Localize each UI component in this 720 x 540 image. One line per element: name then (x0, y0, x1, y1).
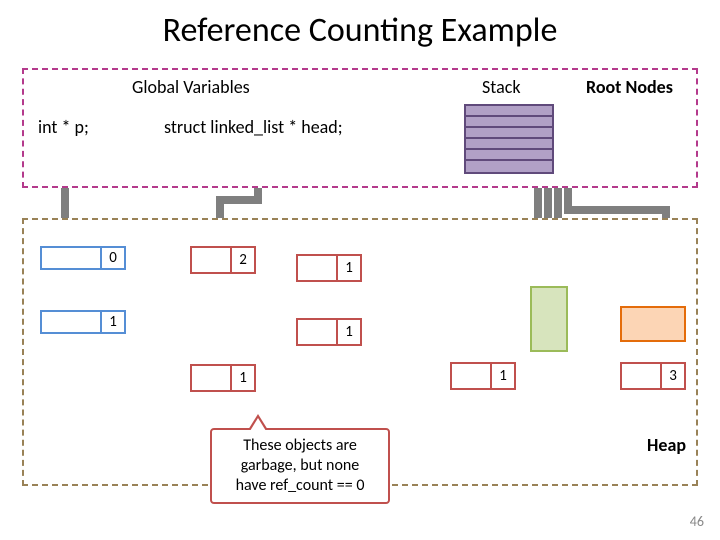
heap-node-red-3: 3 (620, 362, 686, 390)
refcount: 1 (230, 366, 254, 390)
global-variables-label: Global Variables (132, 76, 250, 98)
stack-label: Stack (482, 76, 521, 98)
refcount: 1 (100, 312, 124, 332)
stack-frame (466, 106, 552, 117)
stack-frame (466, 128, 552, 139)
stack-frame (466, 161, 552, 172)
var-struct-head: struct linked_list * head; (164, 116, 343, 138)
stack-frame (466, 117, 552, 128)
heap-node-red-1c: 1 (190, 364, 256, 392)
heap-object-green (530, 286, 568, 352)
page-number: 46 (690, 513, 704, 530)
callout-line: have ref_count == 0 (236, 476, 365, 495)
heap-node-red-2: 2 (190, 246, 256, 274)
stack-frame (466, 150, 552, 161)
var-int-p: int * p; (38, 116, 89, 138)
callout-garbage: These objects are garbage, but none have… (210, 428, 390, 504)
root-nodes-label: Root Nodes (586, 76, 673, 98)
callout-line: These objects are (243, 436, 357, 455)
refcount: 2 (230, 248, 254, 272)
refcount: 1 (336, 256, 360, 280)
callout-line: garbage, but none (241, 456, 360, 475)
heap-node-red-1b: 1 (296, 318, 362, 346)
heap-node-red-1a: 1 (296, 254, 362, 282)
heap-object-orange (620, 306, 686, 342)
stack-frame (466, 139, 552, 150)
refcount: 0 (100, 248, 124, 268)
slide-title: Reference Counting Example (0, 0, 720, 59)
heap-node-blue-0: 0 (40, 246, 126, 270)
refcount: 1 (490, 364, 514, 388)
stack-box (464, 104, 554, 174)
root-nodes-panel: Global Variables Stack Root Nodes int * … (22, 68, 698, 188)
refcount: 1 (336, 320, 360, 344)
refcount: 3 (660, 364, 684, 388)
heap-node-blue-1: 1 (40, 310, 126, 334)
heap-node-red-1-right: 1 (450, 362, 516, 390)
heap-label: Heap (647, 434, 686, 456)
